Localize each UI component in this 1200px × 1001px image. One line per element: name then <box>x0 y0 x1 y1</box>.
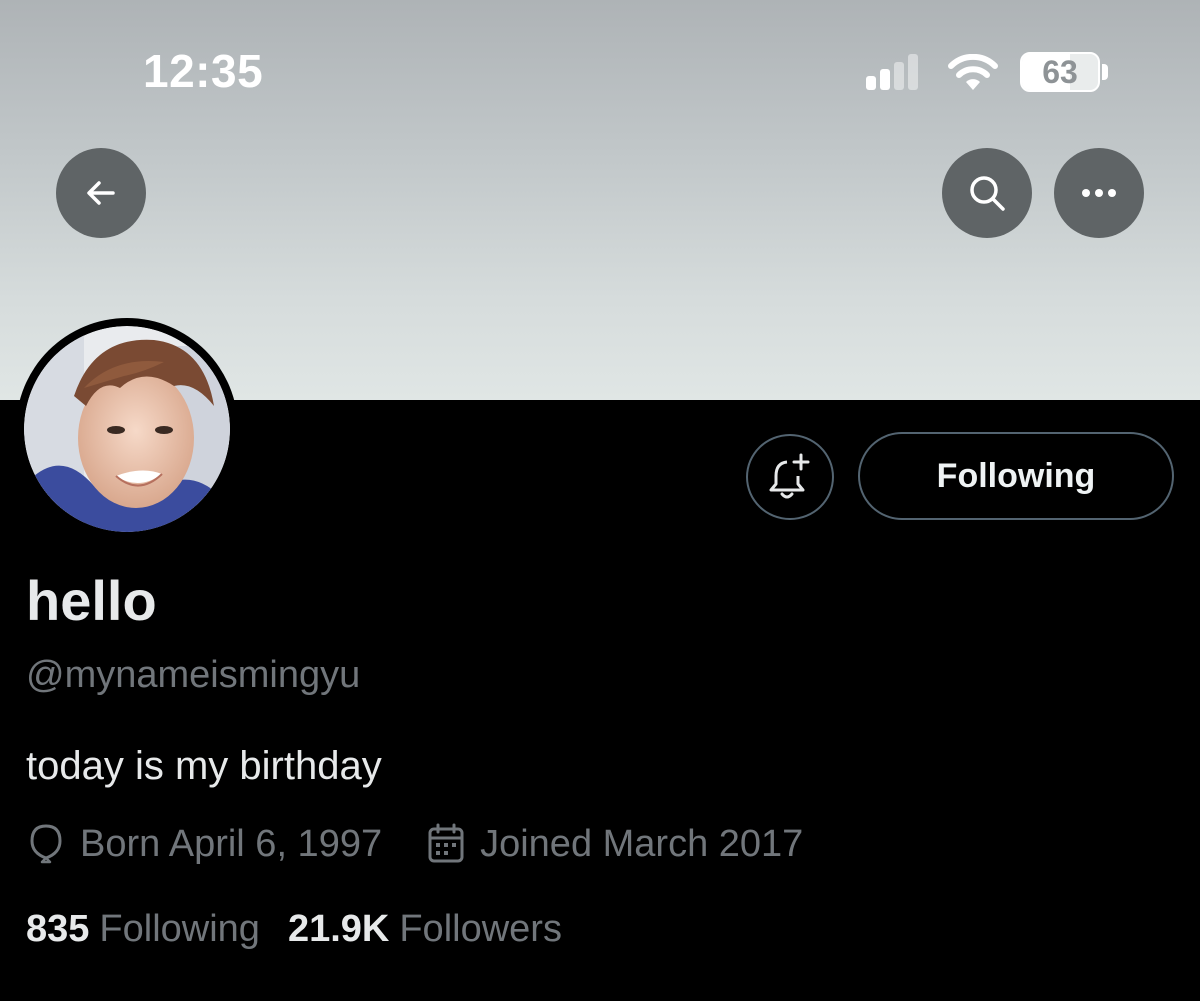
joined-text: Joined March 2017 <box>480 822 804 865</box>
followers-count: 21.9K <box>287 908 390 950</box>
following-label: Following <box>99 908 260 950</box>
joined-item: Joined March 2017 <box>426 822 803 866</box>
birthday-item: Born April 6, 1997 <box>26 822 382 866</box>
bell-plus-icon <box>769 453 810 499</box>
followers-label: Followers <box>399 908 562 950</box>
cellular-signal-icon <box>866 54 918 90</box>
wifi-icon <box>948 54 998 90</box>
balloon-icon <box>30 824 62 864</box>
search-icon <box>970 176 1005 211</box>
following-button[interactable]: Following <box>858 432 1174 520</box>
profile-meta: Born April 6, 1997 Joined March 2017 <box>26 822 847 866</box>
status-time: 12:35 <box>143 45 264 97</box>
follow-stats: 835 Following 21.9K Followers <box>26 908 590 951</box>
avatar-ring <box>16 318 238 540</box>
search-button[interactable] <box>942 148 1032 238</box>
back-button[interactable] <box>56 148 146 238</box>
birthday-text: Born April 6, 1997 <box>80 822 383 865</box>
avatar[interactable] <box>24 326 230 532</box>
username-handle: @mynameismingyu <box>26 654 361 696</box>
battery-cap <box>1102 64 1108 80</box>
display-name: hello <box>26 569 157 632</box>
profile-bio: today is my birthday <box>26 744 382 788</box>
more-horizontal-icon <box>1082 189 1116 197</box>
more-options-button[interactable] <box>1054 148 1144 238</box>
followers-stat[interactable]: 21.9K Followers <box>288 908 562 951</box>
battery-indicator: 63 <box>1020 52 1100 92</box>
arrow-left-icon <box>87 181 115 205</box>
calendar-icon <box>428 823 464 863</box>
notifications-button[interactable] <box>746 434 834 520</box>
battery-level: 63 <box>1042 53 1078 90</box>
following-count: 835 <box>26 908 90 950</box>
following-stat[interactable]: 835 Following <box>26 908 260 951</box>
